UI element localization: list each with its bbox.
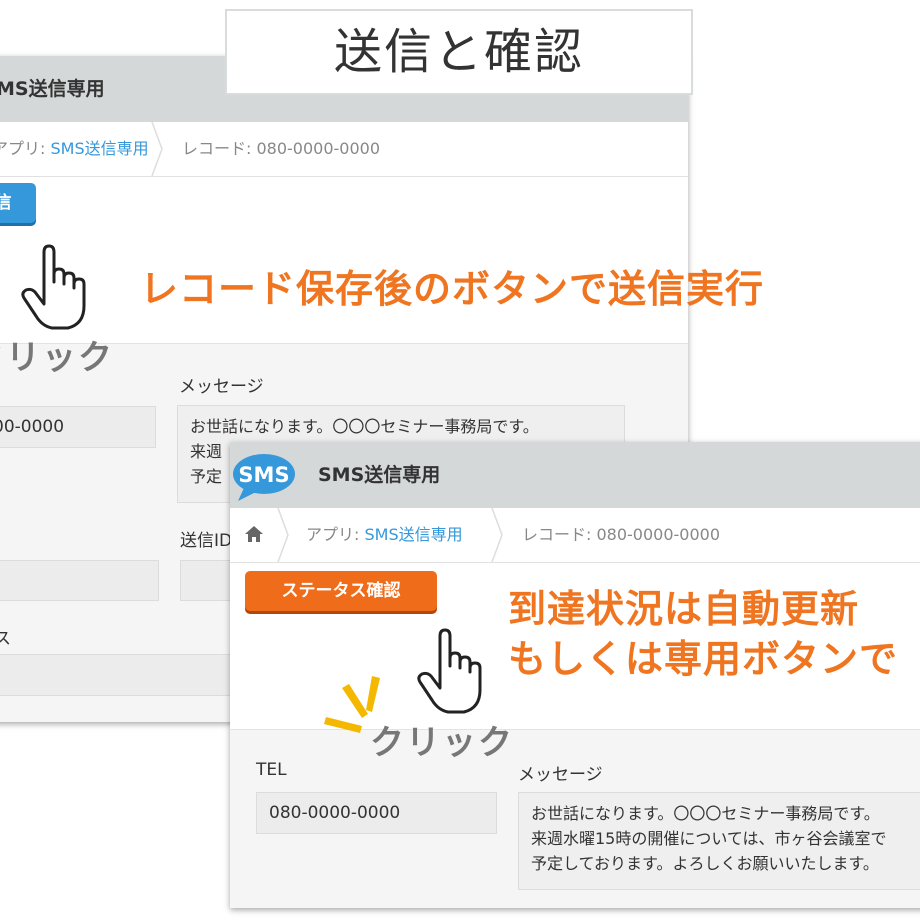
click-label-1: クリック xyxy=(0,338,114,378)
status-check-button[interactable]: ステータス確認 xyxy=(245,571,437,611)
sms-logo-icon: SMS xyxy=(233,454,295,501)
message-line-1: お世話になります。〇〇〇セミナー事務局です。 xyxy=(531,804,880,823)
breadcrumb-chevron-icon xyxy=(491,508,503,562)
home-icon[interactable] xyxy=(244,525,264,543)
status-box[interactable] xyxy=(0,560,159,601)
tel-field[interactable]: 080-0000-0000 xyxy=(256,792,497,834)
message-label: メッセージ xyxy=(179,377,264,397)
status-instruction-line-1: 到達状況は自動更新 xyxy=(508,587,860,631)
message-label: メッセージ xyxy=(518,765,603,785)
status-check-button-label: ステータス確認 xyxy=(281,581,401,601)
tel-field-value: 00-0000 xyxy=(0,417,65,437)
message-line-3: 予定しております。よろしくお願いいたします。 xyxy=(531,854,879,873)
pointer-hand-icon xyxy=(417,628,482,714)
send-instruction: レコード保存後のボタンで送信実行 xyxy=(140,267,765,311)
status-instruction-line-2: もしくは専用ボタンで xyxy=(508,637,899,681)
breadcrumb-app: アプリ: SMS送信専用 xyxy=(306,508,463,562)
status-label: ス xyxy=(0,629,11,649)
tel-label: TEL xyxy=(256,760,287,780)
breadcrumb-record: レコード: 080-0000-0000 xyxy=(182,139,381,158)
page-heading: 送信と確認 xyxy=(333,24,584,80)
pointer-hand-icon xyxy=(21,244,86,330)
breadcrumb-app-link[interactable]: SMS送信専用 xyxy=(364,525,462,544)
status-field[interactable] xyxy=(0,654,240,696)
message-line-1: お世話になります。〇〇〇セミナー事務局です。 xyxy=(190,417,539,436)
message-field[interactable]: お世話になります。〇〇〇セミナー事務局です。 来週水曜15時の開催については、市… xyxy=(518,792,920,890)
breadcrumb-app-prefix: アプリ: xyxy=(0,139,46,158)
send-button[interactable]: 信 xyxy=(0,183,36,223)
breadcrumb-app: アプリ: SMS送信専用 xyxy=(0,122,149,176)
message-line-2: 来週水曜15時の開催については、市ヶ谷会議室で xyxy=(531,829,887,848)
window-status-form: TEL 080-0000-0000 メッセージ お世話になります。〇〇〇セミナー… xyxy=(230,729,920,908)
window-send-title: MS送信専用 xyxy=(0,78,105,100)
breadcrumb-app-link[interactable]: SMS送信専用 xyxy=(50,139,148,158)
window-status-title: SMS送信専用 xyxy=(318,464,441,486)
window-status-titlebar: SMS SMS送信専用 xyxy=(230,442,920,508)
breadcrumb-chevron-icon xyxy=(277,508,289,562)
send-button-label: 信 xyxy=(0,193,12,213)
tel-field-value: 080-0000-0000 xyxy=(269,803,401,823)
click-label-2: クリック xyxy=(370,723,514,763)
sms-logo-text: SMS xyxy=(238,463,289,487)
heading-box: 送信と確認 xyxy=(225,9,693,95)
breadcrumb-record: レコード: 080-0000-0000 xyxy=(522,525,721,544)
breadcrumb-app-prefix: アプリ: xyxy=(306,525,365,544)
breadcrumb-chevron-icon xyxy=(151,122,163,176)
tel-field[interactable]: 00-0000 xyxy=(0,406,156,448)
status-instruction: 到達状況は自動更新 もしくは専用ボタンで xyxy=(508,584,898,684)
window-status-breadcrumb: アプリ: SMS送信専用 レコード: 080-0000-0000 xyxy=(230,508,920,563)
window-send-breadcrumb: アプリ: SMS送信専用 レコード: 080-0000-0000 xyxy=(0,122,688,177)
sendid-label: 送信ID xyxy=(180,531,233,551)
